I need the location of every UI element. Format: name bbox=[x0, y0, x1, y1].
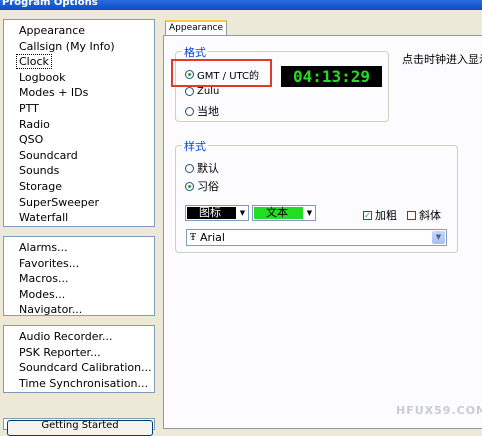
tools-item-label: Navigator... bbox=[19, 303, 83, 317]
sidebar-item-label: Sounds bbox=[19, 164, 60, 178]
sidebar-item-label: Appearance bbox=[19, 24, 86, 37]
tools-item-0[interactable]: Alarms... bbox=[4, 240, 154, 256]
window-title: Program Options bbox=[0, 0, 482, 10]
utility-item-label: Audio Recorder... bbox=[19, 330, 113, 343]
format-radio-local[interactable]: 当地 bbox=[185, 103, 219, 119]
format-radio-zulu-label: Zulu bbox=[197, 86, 220, 97]
chevron-down-icon[interactable]: ▼ bbox=[432, 231, 445, 244]
tools-item-1[interactable]: Favorites... bbox=[4, 256, 154, 272]
sidebar-item-9[interactable]: Sounds bbox=[4, 163, 154, 179]
utility-item-label: Time Synchronisation... bbox=[19, 376, 148, 390]
sidebar-item-label: Callsign (My Info) bbox=[19, 39, 115, 53]
utility-item-2[interactable]: Soundcard Calibration... bbox=[4, 360, 154, 376]
style-radio-custom-label: 习俗 bbox=[197, 180, 219, 193]
format-radio-zulu[interactable]: Zulu bbox=[185, 86, 219, 97]
radio-unselected-icon bbox=[185, 163, 194, 173]
chevron-down-icon: ▼ bbox=[306, 209, 313, 217]
text-color-swatch: 文本 bbox=[254, 207, 303, 219]
sidebar-item-label: Storage bbox=[19, 179, 63, 193]
italic-checkbox-label: 斜体 bbox=[419, 209, 441, 222]
sidebar-item-label: QSO bbox=[19, 133, 44, 147]
style-radio-custom[interactable]: 习俗 bbox=[185, 178, 219, 194]
utility-item-0[interactable]: Audio Recorder... bbox=[4, 329, 154, 345]
clock-display[interactable]: 04:13:29 bbox=[281, 66, 382, 87]
tools-item-label: Favorites... bbox=[19, 256, 80, 270]
options-utilities-list[interactable]: Audio Recorder... PSK Reporter... Soundcar… bbox=[3, 325, 155, 393]
sidebar-item-label: Soundcard bbox=[19, 148, 78, 162]
sidebar-item-3[interactable]: Logbook bbox=[4, 70, 154, 86]
format-radio-local-label: 当地 bbox=[197, 105, 219, 118]
sidebar-item-10[interactable]: Storage bbox=[4, 179, 154, 195]
sidebar-item-label: Waterfall bbox=[19, 211, 69, 225]
unchecked-box-icon bbox=[407, 210, 416, 220]
truetype-font-icon: Ŧ bbox=[190, 232, 197, 243]
icon-color-swatch: 图标 bbox=[187, 207, 236, 219]
style-radio-default[interactable]: 默认 bbox=[185, 160, 219, 176]
tab-appearance[interactable]: Appearance bbox=[165, 20, 227, 35]
highlight-annotation bbox=[171, 59, 272, 87]
radio-unselected-icon bbox=[185, 106, 194, 116]
tools-item-label: Modes... bbox=[19, 287, 66, 301]
sidebar-item-label: Logbook bbox=[19, 70, 66, 84]
tools-item-label: Alarms... bbox=[19, 241, 68, 254]
options-help-list: Getting Started bbox=[3, 418, 155, 436]
watermark-text: HFUX59.COM bbox=[396, 404, 482, 417]
style-radio-default-label: 默认 bbox=[197, 162, 219, 175]
tools-item-label: Macros... bbox=[19, 272, 69, 286]
utility-item-label: Soundcard Calibration... bbox=[19, 361, 152, 375]
sidebar-item-0[interactable]: Appearance bbox=[4, 23, 154, 39]
sidebar-item-5[interactable]: PTT bbox=[4, 101, 154, 117]
font-select-value: Arial bbox=[200, 231, 225, 244]
text-color-button[interactable]: 文本 ▼ bbox=[252, 205, 316, 221]
font-select[interactable]: Ŧ Arial ▼ bbox=[186, 229, 447, 246]
tools-item-3[interactable]: Modes... bbox=[4, 287, 154, 303]
bold-checkbox[interactable]: ✓ 加粗 bbox=[363, 207, 397, 223]
utility-item-label: PSK Reporter... bbox=[19, 345, 101, 359]
sidebar-item-11[interactable]: SuperSweeper bbox=[4, 195, 154, 211]
chevron-down-icon: ▼ bbox=[239, 209, 246, 217]
italic-checkbox[interactable]: 斜体 bbox=[407, 207, 441, 223]
sidebar-item-4[interactable]: Modes + IDs bbox=[4, 85, 154, 101]
sidebar-item-12[interactable]: Waterfall bbox=[4, 210, 154, 226]
sidebar-item-2[interactable]: Clock bbox=[4, 54, 154, 70]
utility-item-1[interactable]: PSK Reporter... bbox=[4, 345, 154, 361]
sidebar-item-label: SuperSweeper bbox=[19, 195, 100, 209]
radio-unselected-icon bbox=[185, 87, 194, 96]
tools-item-2[interactable]: Macros... bbox=[4, 271, 154, 287]
sidebar-item-label: Radio bbox=[19, 117, 50, 131]
utility-item-3[interactable]: Time Synchronisation... bbox=[4, 376, 154, 392]
sidebar-item-7[interactable]: QSO bbox=[4, 132, 154, 148]
clock-hint-text: 点击时钟进入显示 bbox=[402, 53, 482, 66]
sidebar-item-1[interactable]: Callsign (My Info) bbox=[4, 39, 154, 55]
tools-item-4[interactable]: Navigator... bbox=[4, 302, 154, 318]
options-category-list[interactable]: Appearance Callsign (My Info) Clock Logbook… bbox=[3, 19, 155, 227]
format-group-legend: 格式 bbox=[182, 44, 208, 60]
bold-checkbox-label: 加粗 bbox=[375, 209, 397, 222]
style-group-legend: 样式 bbox=[182, 138, 208, 154]
sidebar-item-label: Clock bbox=[16, 54, 52, 70]
getting-started-button[interactable]: Getting Started bbox=[7, 420, 153, 436]
sidebar-item-8[interactable]: Soundcard bbox=[4, 148, 154, 164]
sidebar-item-label: Modes + IDs bbox=[19, 86, 89, 100]
radio-selected-icon bbox=[185, 181, 194, 191]
checkmark-icon: ✓ bbox=[363, 210, 372, 220]
options-tools-list[interactable]: Alarms... Favorites... Macros... Modes... Na… bbox=[3, 236, 155, 316]
sidebar-item-label: PTT bbox=[19, 101, 39, 115]
icon-color-button[interactable]: 图标 ▼ bbox=[185, 205, 249, 221]
sidebar-item-6[interactable]: Radio bbox=[4, 117, 154, 133]
